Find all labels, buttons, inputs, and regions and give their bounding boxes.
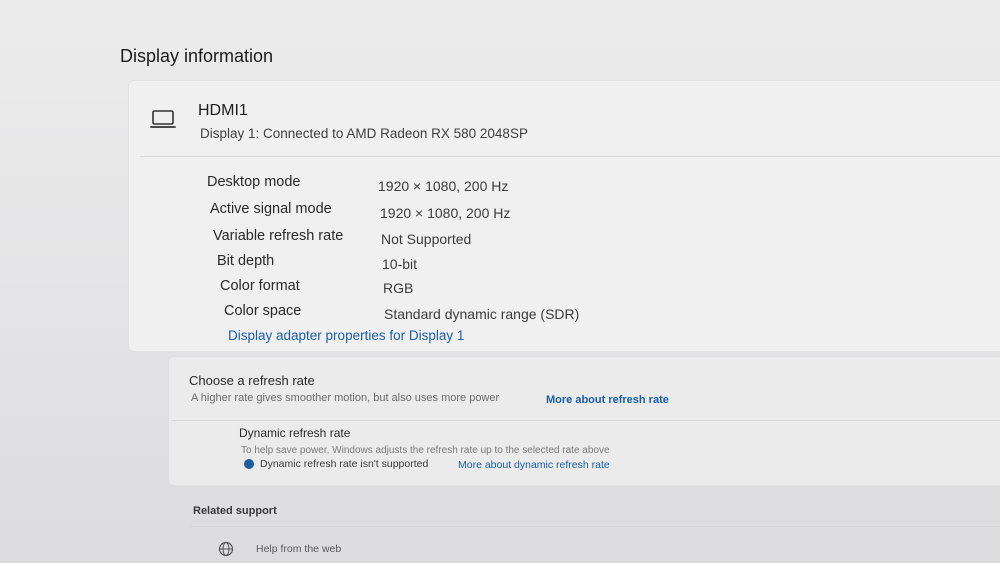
divider [172,420,1000,421]
detail-label-active-signal-mode: Active signal mode [210,201,332,217]
divider [140,156,1000,157]
divider [190,526,1000,527]
detail-label-variable-refresh-rate: Variable refresh rate [213,228,344,244]
globe-icon [218,541,234,557]
page-title: Display information [120,46,274,66]
dynamic-refresh-rate-subtitle: To help save power, Windows adjusts the … [241,445,610,456]
detail-value-color-space: Standard dynamic range (SDR) [384,306,580,322]
detail-label-color-format: Color format [220,278,300,294]
info-icon [244,459,254,469]
detail-value-desktop-mode: 1920 × 1080, 200 Hz [378,178,509,194]
refresh-rate-subtitle: A higher rate gives smoother motion, but… [191,392,500,404]
detail-label-bit-depth: Bit depth [217,253,275,269]
display-adapter-properties-link[interactable]: Display adapter properties for Display 1 [228,328,464,343]
dynamic-refresh-rate-status: Dynamic refresh rate isn't supported [260,458,429,470]
detail-label-color-space: Color space [224,303,302,319]
dynamic-refresh-rate-title: Dynamic refresh rate [239,426,351,440]
detail-value-bit-depth: 10-bit [382,256,418,272]
more-about-dynamic-refresh-rate-link[interactable]: More about dynamic refresh rate [458,459,610,471]
detail-value-active-signal-mode: 1920 × 1080, 200 Hz [380,205,511,221]
detail-label-desktop-mode: Desktop mode [207,174,301,190]
help-from-the-web-link[interactable]: Help from the web [256,543,341,555]
related-support-title: Related support [193,505,277,517]
more-about-refresh-rate-link[interactable]: More about refresh rate [546,394,669,406]
laptop-monitor-icon [150,110,176,128]
monitor-description: Display 1: Connected to AMD Radeon RX 58… [200,126,528,141]
detail-value-color-format: RGB [383,280,414,296]
monitor-name: HDMI1 [198,102,248,119]
detail-value-variable-refresh-rate: Not Supported [381,231,472,247]
refresh-rate-title: Choose a refresh rate [189,373,315,388]
